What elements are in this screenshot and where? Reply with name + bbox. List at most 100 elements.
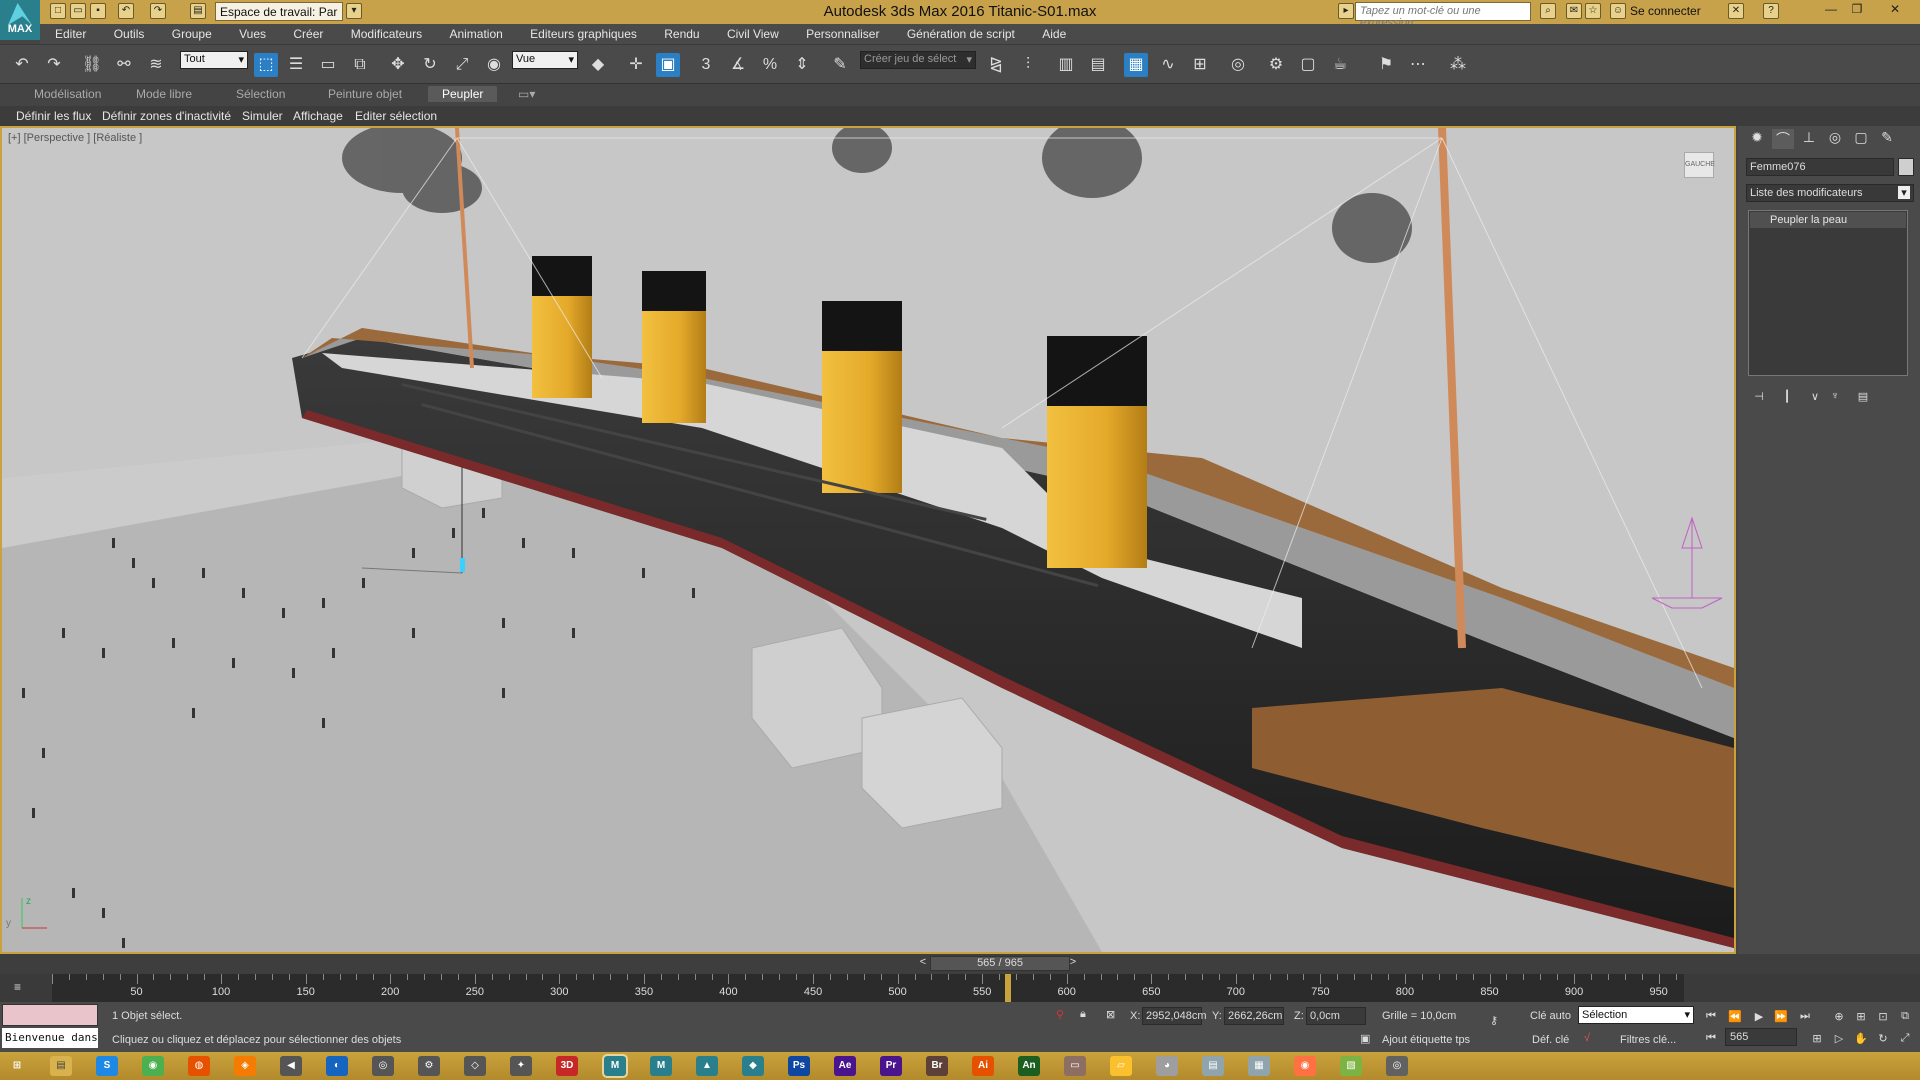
named-selection-dropdown[interactable]: Créer jeu de sélect — [860, 51, 976, 69]
after-effects-icon[interactable]: Ae — [834, 1056, 856, 1076]
autodesk-icon[interactable]: ▲ — [696, 1056, 718, 1076]
modify-tab-icon[interactable]: ⌒ — [1772, 129, 1794, 149]
schematic-view-icon[interactable]: ⊞ — [1188, 53, 1212, 77]
zoom-extents-icon[interactable]: ⊡ — [1874, 1010, 1892, 1026]
menu-modificateurs[interactable]: Modificateurs — [336, 24, 431, 41]
y-coordinate-field[interactable]: 2662,26cm — [1224, 1007, 1284, 1025]
project-folder-icon[interactable]: ▤ — [190, 3, 206, 19]
pan-icon[interactable]: ✋ — [1852, 1032, 1870, 1048]
start-icon[interactable]: ⊞ — [6, 1056, 28, 1076]
binoculars-icon[interactable]: ⌕ — [1540, 3, 1556, 19]
pivot-center-icon[interactable]: ◆ — [586, 53, 610, 77]
sign-in-link[interactable]: Se connecter — [1630, 4, 1701, 18]
menu-aide[interactable]: Aide — [1027, 24, 1075, 41]
window-crossing-icon[interactable]: ⧉ — [348, 53, 372, 77]
menu-personnaliser[interactable]: Personnaliser — [791, 24, 888, 41]
maximize-viewport-icon[interactable]: ⤢ — [1896, 1032, 1914, 1048]
select-object-icon[interactable]: ⬚ — [254, 53, 278, 77]
scale-icon[interactable]: ⤢ — [450, 53, 474, 77]
add-time-tag-icon[interactable]: ▣ — [1360, 1032, 1370, 1045]
snaps-toggle-icon[interactable]: 3 — [694, 53, 718, 77]
help-icon[interactable]: ? — [1763, 3, 1779, 19]
simulate-button[interactable]: Simuler — [242, 109, 283, 123]
new-file-icon[interactable]: □ — [50, 3, 66, 19]
stack-item-populate-skin[interactable]: Peupler la peau — [1750, 212, 1906, 228]
current-frame-field[interactable]: 565 — [1725, 1028, 1797, 1046]
media-icon[interactable]: ◕ — [1156, 1056, 1178, 1076]
set-key-curve-icon[interactable]: √ — [1584, 1032, 1590, 1044]
menu-generation-script[interactable]: Génération de script — [892, 24, 1024, 41]
open-file-icon[interactable]: ▭ — [70, 3, 86, 19]
menu-vues[interactable]: Vues — [224, 24, 275, 41]
mirror-icon[interactable]: ⧎ — [984, 53, 1008, 77]
perspective-viewport[interactable]: zy [+] [Perspective ] [Réaliste ] GAUCHE — [0, 126, 1736, 954]
tab-modelisation[interactable]: Modélisation — [34, 87, 101, 101]
configure-sets-icon[interactable]: ▤ — [1854, 390, 1872, 406]
utility-icon[interactable]: ◎ — [372, 1056, 394, 1076]
render-teapot-icon[interactable]: ☕ — [1328, 53, 1352, 77]
remove-modifier-icon[interactable]: ♆ — [1826, 390, 1844, 406]
motion-tab-icon[interactable]: ◎ — [1824, 129, 1846, 149]
notepad-icon[interactable]: ▭ — [1064, 1056, 1086, 1076]
create-tab-icon[interactable]: ✹ — [1746, 129, 1768, 149]
zoom-all-icon[interactable]: ⊞ — [1852, 1010, 1870, 1026]
edit-named-selection-icon[interactable]: ✎ — [828, 53, 852, 77]
edit-selection-button[interactable]: Editer sélection — [355, 109, 437, 123]
select-by-name-icon[interactable]: ☰ — [284, 53, 308, 77]
populate-flows-icon[interactable]: ⋯ — [1406, 53, 1430, 77]
toggle-ribbon-icon[interactable]: ▤ — [1086, 53, 1110, 77]
z-coordinate-field[interactable]: 0,0cm — [1306, 1007, 1366, 1025]
undo-icon[interactable]: ↶ — [10, 53, 34, 77]
next-key-icon[interactable]: ⏩ — [1772, 1010, 1790, 1026]
percent-snap-icon[interactable]: % — [758, 53, 782, 77]
go-to-start-icon[interactable]: ⏮ — [1702, 1010, 1720, 1026]
folder-icon[interactable]: ▱ — [1110, 1056, 1132, 1076]
display-tab-icon[interactable]: ▢ — [1850, 129, 1872, 149]
ribbon-options-icon[interactable]: ▭▾ — [518, 87, 535, 101]
tab-peinture-objet[interactable]: Peinture objet — [328, 87, 402, 101]
keyboard-shortcut-override-icon[interactable]: ▣ — [656, 53, 680, 77]
transform-mode-icon[interactable]: ⊠ — [1106, 1008, 1115, 1021]
zoom-icon[interactable]: ⊕ — [1830, 1010, 1848, 1026]
define-idle-areas-button[interactable]: Définir zones d'inactivité — [102, 109, 231, 123]
key-icon[interactable]: ⚷ — [1490, 1014, 1498, 1027]
object-name-field[interactable]: Femme076 — [1746, 158, 1894, 176]
isolate-icon[interactable]: ⚲ — [1056, 1008, 1064, 1021]
define-flows-button[interactable]: Définir les flux — [16, 109, 91, 123]
favorites-star-icon[interactable]: ☆ — [1585, 3, 1601, 19]
maximize-button[interactable]: ❐ — [1846, 2, 1868, 20]
material-editor-icon[interactable]: ◎ — [1226, 53, 1250, 77]
key-filters-button[interactable]: Filtres clé... — [1620, 1034, 1676, 1046]
autodesk-2-icon[interactable]: ◆ — [742, 1056, 764, 1076]
expand-search-icon[interactable]: ▸ — [1338, 3, 1354, 19]
mini-curve-editor-icon[interactable]: ≡ — [14, 980, 32, 996]
spinner-snap-icon[interactable]: ⇕ — [790, 53, 814, 77]
pin-stack-icon[interactable]: ⊣ — [1750, 390, 1768, 406]
maya-icon[interactable]: M — [650, 1056, 672, 1076]
maxscript-listener-box[interactable] — [2, 1004, 98, 1026]
align-icon[interactable]: ⫶ — [1016, 53, 1040, 77]
skype-icon[interactable]: S — [96, 1056, 118, 1076]
menu-editeurs-graphiques[interactable]: Editeurs graphiques — [515, 24, 646, 41]
steam-icon[interactable]: ◎ — [1386, 1056, 1408, 1076]
move-icon[interactable]: ✥ — [386, 53, 410, 77]
game-icon[interactable]: ✦ — [510, 1056, 532, 1076]
track-bar[interactable]: ≡ 50 100 150 200 250 300 350 400 450 500 550 600 650… — [0, 974, 1920, 1002]
utilities-tab-icon[interactable]: ✎ — [1876, 129, 1898, 149]
modifier-list-dropdown[interactable]: Liste des modificateurs — [1746, 184, 1914, 202]
game-launcher-icon[interactable]: ◉ — [1294, 1056, 1316, 1076]
bind-spacewarp-icon[interactable]: ≋ — [144, 53, 168, 77]
communication-icon[interactable]: ✉ — [1566, 3, 1582, 19]
calculator-icon[interactable]: ▦ — [1248, 1056, 1270, 1076]
rect-selection-icon[interactable]: ▭ — [316, 53, 340, 77]
play-icon[interactable]: ▶ — [1750, 1010, 1768, 1026]
tab-peupler[interactable]: Peupler — [428, 86, 498, 102]
workspace-menu-icon[interactable]: ▾ — [346, 3, 362, 19]
scene-explorer-icon[interactable]: ▦ — [1124, 53, 1148, 77]
layer-explorer-icon[interactable]: ▥ — [1054, 53, 1078, 77]
display-button[interactable]: Affichage — [293, 109, 343, 123]
save-icon[interactable]: ▪ — [90, 3, 106, 19]
hierarchy-tab-icon[interactable]: ⊥ — [1798, 129, 1820, 149]
frame-indicator[interactable]: 565 / 965 — [930, 956, 1070, 971]
key-mode-dropdown[interactable]: Sélection — [1578, 1006, 1694, 1024]
